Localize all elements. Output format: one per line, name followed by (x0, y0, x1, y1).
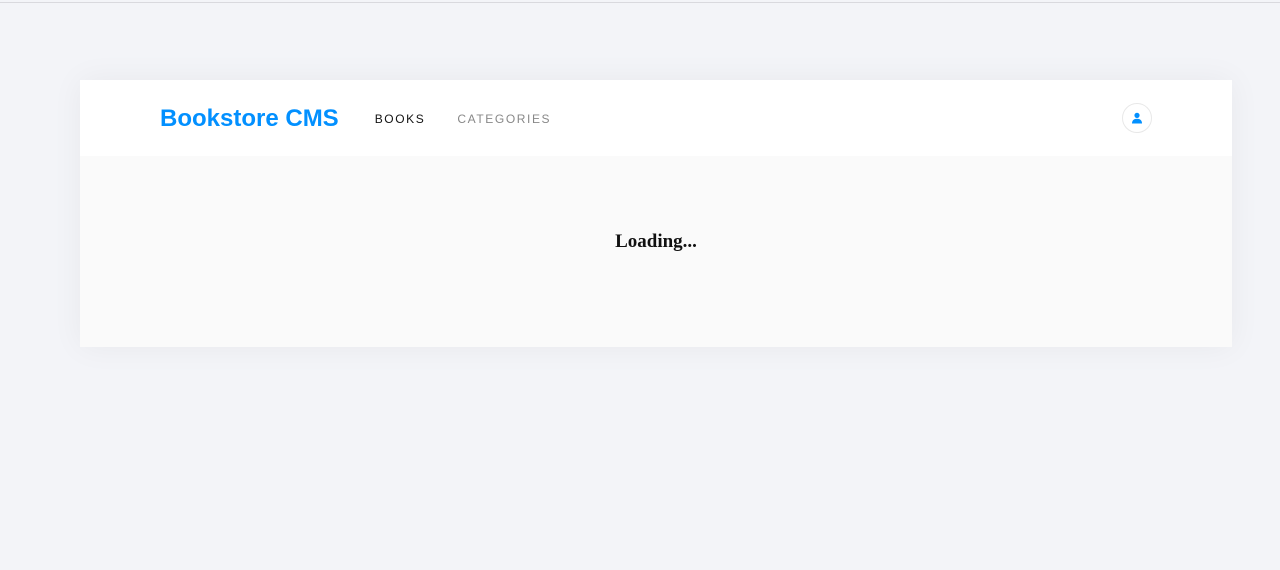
user-icon (1132, 112, 1142, 124)
navbar: Bookstore CMS BOOKS CATEGORIES (80, 80, 1232, 156)
loading-indicator: Loading... (615, 231, 697, 252)
top-divider (0, 2, 1280, 3)
app-panel: Bookstore CMS BOOKS CATEGORIES Loading..… (80, 80, 1232, 347)
nav-link-categories[interactable]: CATEGORIES (457, 112, 551, 126)
main-content: Loading... (80, 156, 1232, 347)
nav-link-books[interactable]: BOOKS (375, 112, 426, 126)
user-profile-button[interactable] (1122, 103, 1152, 133)
brand-title[interactable]: Bookstore CMS (160, 107, 339, 131)
